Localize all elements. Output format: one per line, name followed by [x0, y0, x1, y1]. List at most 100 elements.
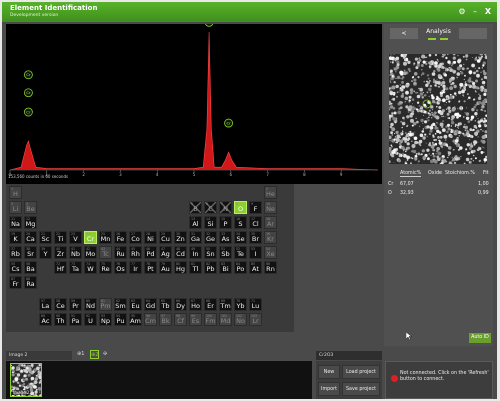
element-al[interactable]: 13 Al — [189, 216, 202, 229]
element-h[interactable]: 1H — [9, 186, 22, 199]
element-ac[interactable]: 89 Ac — [39, 313, 52, 326]
element-ta[interactable]: 73 Ta — [69, 261, 82, 274]
element-cm[interactable]: 96 Cm — [144, 313, 157, 326]
image-thumbnail[interactable]: Image 2 — [10, 363, 42, 397]
element-sr[interactable]: 38 Sr — [24, 246, 37, 259]
element-n[interactable]: 7N — [219, 201, 232, 214]
element-as[interactable]: 33 As — [219, 231, 232, 244]
element-dy[interactable]: 66 Dy — [174, 298, 187, 311]
element-kr[interactable]: 36 Kr — [264, 231, 277, 244]
element-f[interactable]: 9F — [249, 201, 262, 214]
element-rh[interactable]: 45 Rh — [129, 246, 142, 259]
element-hg[interactable]: 80 Hg — [174, 261, 187, 274]
save-project-button[interactable]: Save project — [342, 382, 380, 396]
element-la[interactable]: 57 La — [39, 298, 52, 311]
element-o[interactable]: 8O — [234, 201, 247, 214]
element-nd[interactable]: 60 Nd — [84, 298, 97, 311]
element-yb[interactable]: 70 Yb — [234, 298, 247, 311]
element-np[interactable]: 93 Np — [99, 313, 112, 326]
atomic-tab[interactable]: Atomic% — [400, 171, 422, 177]
element-gd[interactable]: 64 Gd — [144, 298, 157, 311]
peak-marker[interactable]: Cr — [205, 24, 214, 27]
element-pm[interactable]: 61 Pm — [99, 298, 112, 311]
element-sb[interactable]: 51 Sb — [219, 246, 232, 259]
element-er[interactable]: 68 Er — [204, 298, 217, 311]
element-lu[interactable]: 71 Lu — [249, 298, 262, 311]
element-c[interactable]: 6C — [204, 201, 217, 214]
element-at[interactable]: 85 At — [249, 261, 262, 274]
element-ra[interactable]: 88 Ra — [24, 276, 37, 289]
close-button[interactable]: X — [482, 5, 494, 18]
element-po[interactable]: 84 Po — [234, 261, 247, 274]
element-rn[interactable]: 86 Rn — [264, 261, 277, 274]
minimize-button[interactable]: – — [469, 5, 481, 18]
element-zr[interactable]: 40 Zr — [54, 246, 67, 259]
element-bk[interactable]: 97 Bk — [159, 313, 172, 326]
element-pb[interactable]: 82 Pb — [204, 261, 217, 274]
element-co[interactable]: 27 Co — [129, 231, 142, 244]
spot-tool-2-icon[interactable]: ⊕2 — [90, 350, 99, 359]
peak-marker[interactable]: Cr — [23, 70, 33, 80]
element-bi[interactable]: 83 Bi — [219, 261, 232, 274]
element-hf[interactable]: 72 Hf — [54, 261, 67, 274]
element-mo[interactable]: 42 Mo — [84, 246, 97, 259]
element-li[interactable]: 3 Li — [9, 201, 22, 214]
element-nb[interactable]: 41 Nb — [69, 246, 82, 259]
element-au[interactable]: 79 Au — [159, 261, 172, 274]
element-am[interactable]: 95 Am — [129, 313, 142, 326]
element-zn[interactable]: 30 Zn — [174, 231, 187, 244]
element-he[interactable]: 2 He — [264, 186, 277, 199]
element-os[interactable]: 76 Os — [114, 261, 127, 274]
element-cs[interactable]: 55 Cs — [9, 261, 22, 274]
element-ce[interactable]: 58 Ce — [54, 298, 67, 311]
element-es[interactable]: 99 Es — [189, 313, 202, 326]
element-th[interactable]: 90 Th — [54, 313, 67, 326]
element-ga[interactable]: 31 Ga — [189, 231, 202, 244]
element-br[interactable]: 35 Br — [249, 231, 262, 244]
element-cd[interactable]: 48 Cd — [174, 246, 187, 259]
element-cr[interactable]: 24 Cr — [84, 231, 97, 244]
element-md[interactable]: 101 Md — [219, 313, 232, 326]
load-project-button[interactable]: Load project — [342, 365, 380, 379]
element-ru[interactable]: 44 Ru — [114, 246, 127, 259]
oxide-tab[interactable]: Oxide — [428, 171, 442, 176]
element-pu[interactable]: 94 Pu — [114, 313, 127, 326]
element-tm[interactable]: 69 Tm — [219, 298, 232, 311]
element-se[interactable]: 34 Se — [234, 231, 247, 244]
element-ba[interactable]: 56 Ba — [24, 261, 37, 274]
element-no[interactable]: 102 No — [234, 313, 247, 326]
image-tab[interactable]: Image 2 — [6, 351, 72, 360]
element-mn[interactable]: 25 Mn — [99, 231, 112, 244]
element-ca[interactable]: 20 Ca — [24, 231, 37, 244]
move-tool-icon[interactable]: ✣ — [103, 351, 107, 357]
element-re[interactable]: 75 Re — [99, 261, 112, 274]
element-si[interactable]: 14 Si — [204, 216, 217, 229]
element-na[interactable]: 11 Na — [9, 216, 22, 229]
peak-marker[interactable]: Cr — [23, 107, 33, 117]
element-cf[interactable]: 98 Cf — [174, 313, 187, 326]
spot-tool-1-icon[interactable]: ⊕1 — [77, 351, 84, 357]
settings-button[interactable]: ⚙ — [456, 5, 468, 18]
element-ne[interactable]: 10 Ne — [264, 201, 277, 214]
stoichiom-tab[interactable]: Stoichiom.% — [445, 171, 475, 176]
element-k[interactable]: 19 K — [9, 231, 22, 244]
element-cl[interactable]: 17 Cl — [249, 216, 262, 229]
peak-marker[interactable]: Cr — [224, 118, 233, 128]
spectrum-chart[interactable]: 0123456789 CrCrCrCrCr — [6, 24, 382, 184]
element-sc[interactable]: 21 Sc — [39, 231, 52, 244]
element-s[interactable]: 16 S — [234, 216, 247, 229]
element-fe[interactable]: 26 Fe — [114, 231, 127, 244]
element-te[interactable]: 52 Te — [234, 246, 247, 259]
element-tb[interactable]: 65 Tb — [159, 298, 172, 311]
peak-marker[interactable]: Cr — [23, 88, 33, 98]
element-v[interactable]: 23 V — [69, 231, 82, 244]
element-cu[interactable]: 29 Cu — [159, 231, 172, 244]
element-u[interactable]: 92 U — [84, 313, 97, 326]
element-mg[interactable]: 12 Mg — [24, 216, 37, 229]
element-pt[interactable]: 78 Pt — [144, 261, 157, 274]
element-p[interactable]: 15 P — [219, 216, 232, 229]
auto-id-button[interactable]: Auto ID — [469, 333, 491, 343]
element-in[interactable]: 49 In — [189, 246, 202, 259]
element-ge[interactable]: 32 Ge — [204, 231, 217, 244]
element-ar[interactable]: 18 Ar — [264, 216, 277, 229]
